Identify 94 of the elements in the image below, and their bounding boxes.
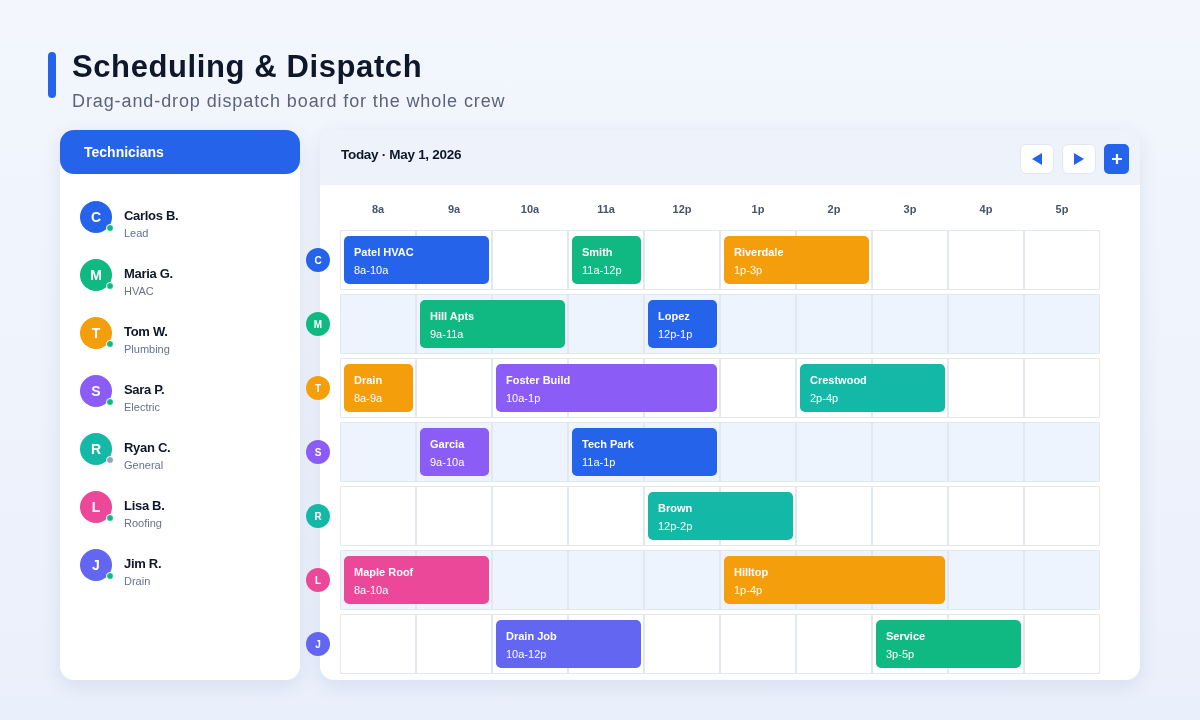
panel-header: Technicians [60,130,300,174]
job-time: 11a-1p [582,455,617,469]
previous-button[interactable] [1020,144,1054,174]
technician-name: Carlos B. [124,207,179,225]
job-card[interactable]: Maple Roof 8a-10a [344,556,489,604]
job-card[interactable]: Brown 12p-2p [648,492,793,540]
job-title: Foster Build [506,373,572,387]
technician-role: Electric [124,400,162,415]
job-title: Riverdale [734,245,785,259]
job-card[interactable]: Tech Park 11a-1p [572,428,717,476]
accent-bar [48,52,56,98]
page-subtitle: Drag-and-drop dispatch board for the whole crew [72,90,506,112]
job-title: Drain [354,373,384,387]
technician-name: Ryan C. [124,439,171,457]
job-title: Patel HVAC [354,245,415,259]
job-card[interactable]: Hilltop 1p-4p [724,556,945,604]
job-card[interactable]: Service 3p-5p [876,620,1021,668]
avatar: L [80,491,112,523]
technician-role: Plumbing [124,342,170,357]
avatar: J [306,632,330,656]
avatar: S [80,375,112,407]
job-card[interactable]: Drain 8a-9a [344,364,413,412]
avatar: R [306,504,330,528]
job-title: Brown [658,501,694,515]
hour-label: 5p [1054,202,1070,217]
job-title: Maple Roof [354,565,415,579]
technician-name: Maria G. [124,265,173,283]
technician-role: Drain [124,574,152,589]
job-time: 3p-5p [886,647,916,661]
hour-label: 3p [902,202,918,217]
job-time: 2p-4p [810,391,840,405]
hour-label: 2p [826,202,842,217]
job-card[interactable]: Riverdale 1p-3p [724,236,869,284]
avatar: T [306,376,330,400]
job-card[interactable]: Lopez 12p-1p [648,300,717,348]
avatar: T [80,317,112,349]
job-title: Crestwood [810,373,868,387]
job-title: Smith [582,245,614,259]
job-title: Hilltop [734,565,770,579]
technician-name: Lisa B. [124,497,165,515]
job-card[interactable]: Smith 11a-12p [572,236,641,284]
technician-role: Roofing [124,516,163,531]
job-title: Service [886,629,927,643]
job-time: 10a-12p [506,647,548,661]
avatar: L [306,568,330,592]
hour-label: 1p [750,202,766,217]
avatar: M [306,312,330,336]
job-title: Garcia [430,437,466,451]
job-time: 1p-4p [734,583,764,597]
next-button[interactable] [1062,144,1096,174]
job-time: 11a-12p [582,263,623,277]
plus-icon [1111,154,1122,164]
job-title: Hill Apts [430,309,476,323]
technician-name: Sara P. [124,381,165,399]
job-time: 10a-1p [506,391,542,405]
avatar: C [80,201,112,233]
job-time: 8a-10a [354,583,390,597]
job-time: 8a-9a [354,391,384,405]
avatar: J [80,549,112,581]
avatar: M [80,259,112,291]
avatar: R [80,433,112,465]
board-date: Today · May 1, 2026 [341,146,462,164]
left-triangle-icon [1032,153,1042,165]
job-card[interactable]: Drain Job 10a-12p [496,620,641,668]
technician-name: Jim R. [124,555,162,573]
technician-role: Lead [124,226,150,241]
page-title: Scheduling & Dispatch [72,50,424,84]
avatar: S [306,440,330,464]
job-card[interactable]: Crestwood 2p-4p [800,364,945,412]
job-time: 9a-10a [430,455,466,469]
technician-role: HVAC [124,284,155,299]
job-time: 12p-2p [658,519,694,533]
hour-label: 4p [978,202,994,217]
add-button[interactable] [1104,144,1129,174]
hour-label: 8a [370,202,386,217]
job-card[interactable]: Hill Apts 9a-11a [420,300,565,348]
job-title: Tech Park [582,437,635,451]
job-card[interactable]: Foster Build 10a-1p [496,364,717,412]
technician-role: General [124,458,165,473]
avatar: C [306,248,330,272]
job-title: Lopez [658,309,691,323]
hour-label: 9a [446,202,462,217]
hour-label: 10a [519,202,541,217]
job-title: Drain Job [506,629,558,643]
right-triangle-icon [1074,153,1084,165]
job-time: 1p-3p [734,263,764,277]
job-time: 8a-10a [354,263,390,277]
hour-label: 11a [596,202,616,217]
technician-name: Tom W. [124,323,169,341]
job-time: 9a-11a [430,327,465,341]
job-card[interactable]: Patel HVAC 8a-10a [344,236,489,284]
job-time: 12p-1p [658,327,694,341]
hour-label: 12p [671,202,693,217]
job-card[interactable]: Garcia 9a-10a [420,428,489,476]
